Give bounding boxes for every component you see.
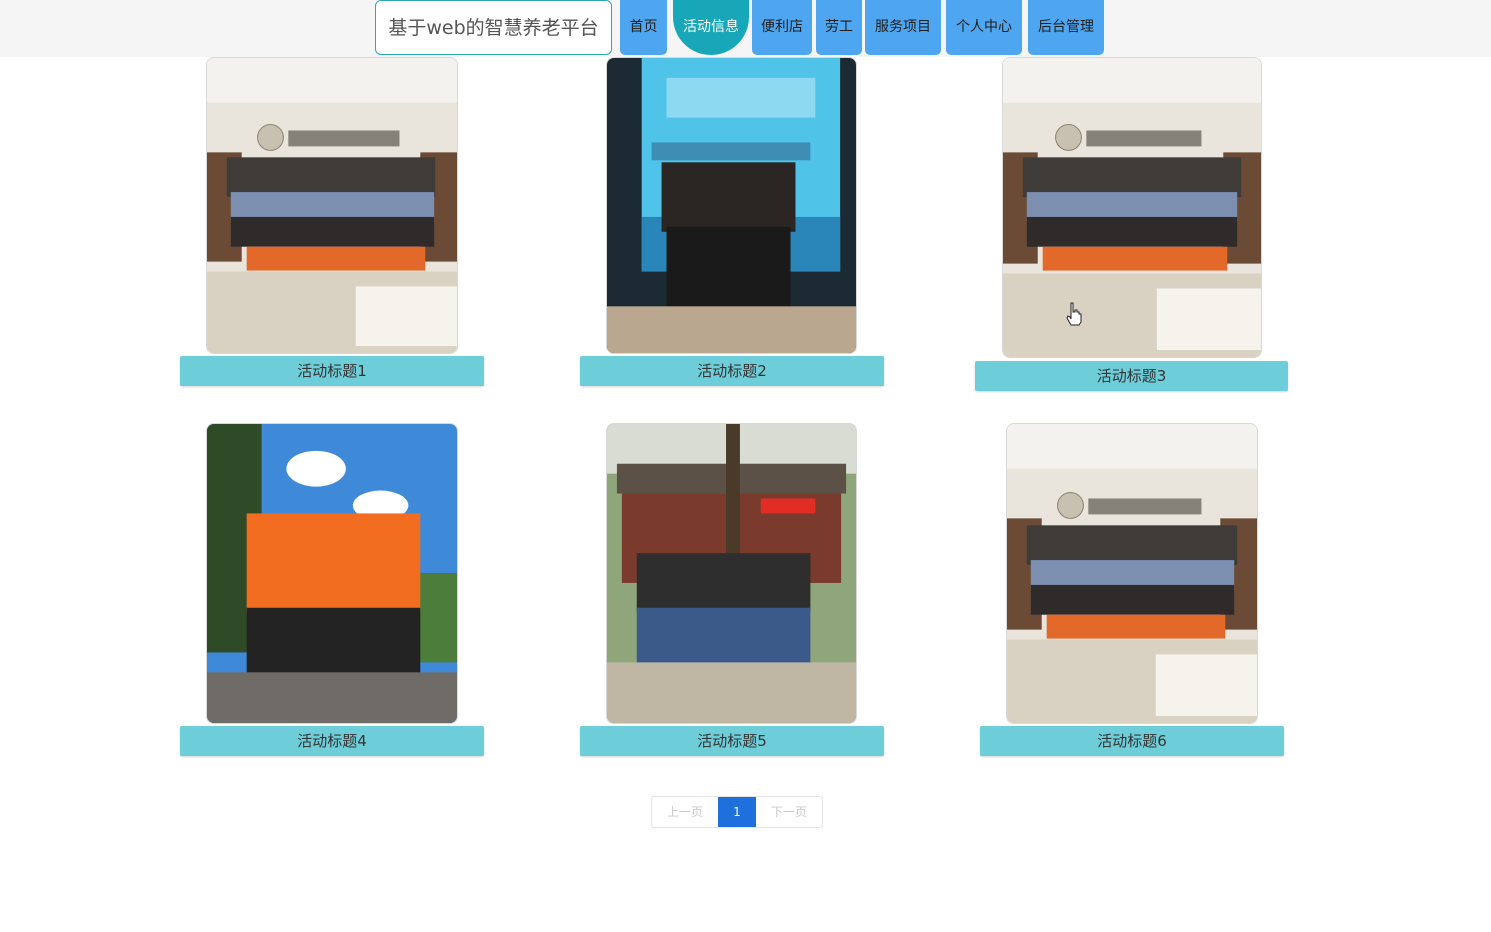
activity-photo-1[interactable] [206, 57, 458, 354]
activity-photo-6[interactable] [1006, 423, 1258, 724]
activity-title-2[interactable]: 活动标题2 [580, 356, 884, 386]
top-nav-bar: 基于web的智慧养老平台 首页 活动信息 便利店 劳工 服务项目 个人中心 后台… [0, 0, 1491, 57]
next-page-button[interactable]: 下一页 [756, 797, 822, 827]
activity-title-4[interactable]: 活动标题4 [180, 726, 484, 756]
nav-profile[interactable]: 个人中心 [946, 0, 1022, 55]
nav-home[interactable]: 首页 [620, 0, 667, 55]
activity-photo-5[interactable] [606, 423, 857, 724]
pagination: 上一页 1 下一页 [651, 796, 823, 828]
nav-store[interactable]: 便利店 [752, 0, 812, 55]
hand-pointer-cursor-icon [1066, 302, 1082, 326]
activity-title-6[interactable]: 活动标题6 [980, 726, 1284, 756]
site-title[interactable]: 基于web的智慧养老平台 [375, 0, 612, 55]
page-number-button[interactable]: 1 [718, 797, 756, 827]
nav-activities[interactable]: 活动信息 [673, 0, 749, 55]
activity-title-3[interactable]: 活动标题3 [975, 361, 1288, 391]
prev-page-button[interactable]: 上一页 [652, 797, 718, 827]
activity-photo-4[interactable] [206, 423, 458, 724]
activity-photo-2[interactable] [606, 57, 857, 354]
activity-photo-3[interactable] [1002, 57, 1262, 358]
nav-labor[interactable]: 劳工 [816, 0, 862, 55]
activity-title-5[interactable]: 活动标题5 [580, 726, 884, 756]
activity-title-1[interactable]: 活动标题1 [180, 356, 484, 386]
nav-services[interactable]: 服务项目 [865, 0, 941, 55]
nav-admin[interactable]: 后台管理 [1028, 0, 1104, 55]
